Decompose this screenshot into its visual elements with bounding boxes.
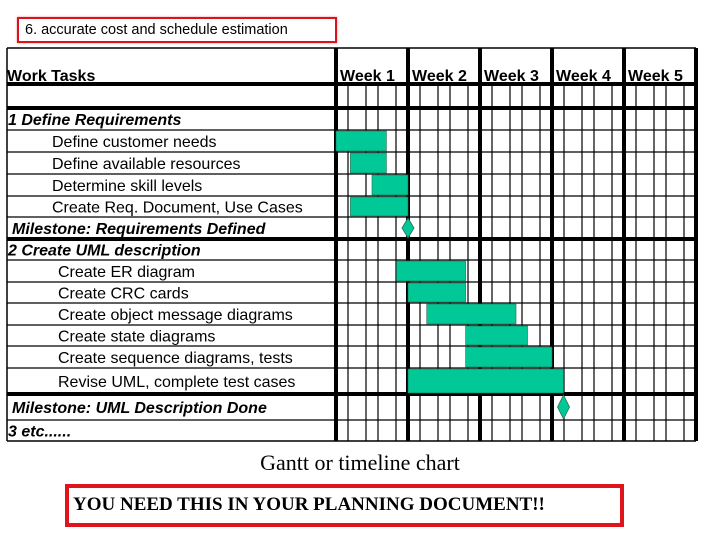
work-tasks-header: Work Tasks — [7, 68, 95, 85]
week-header: Week 4 — [556, 68, 611, 85]
milestone-diamond — [557, 394, 570, 420]
task-bar — [407, 282, 466, 303]
task-bar — [350, 196, 409, 217]
gantt-chart: Week 1 Week 2 Week 3 Week 4 Week 5 1 Define R… — [6, 47, 698, 442]
task-label: Create CRC cards — [58, 286, 189, 303]
week-header: Week 5 — [628, 68, 683, 85]
planning-note: YOU NEED THIS IN YOUR PLANNING DOCUMENT!… — [73, 494, 545, 515]
task-label: Revise UML, complete test cases — [58, 374, 295, 391]
task-label: Define available resources — [52, 156, 241, 173]
chart-caption: Gantt or timeline chart — [260, 450, 460, 475]
task-label: Define customer needs — [52, 134, 217, 151]
task-bar — [350, 152, 387, 174]
note-box: YOU NEED THIS IN YOUR PLANNING DOCUMENT!… — [65, 484, 624, 527]
milestone-label: Milestone: Requirements Defined — [12, 221, 267, 238]
week-header: Week 2 — [412, 68, 467, 85]
task-bar — [426, 303, 517, 325]
task-label: Create state diagrams — [58, 329, 215, 346]
task-label: Create object message diagrams — [58, 307, 293, 324]
section-label: 2 Create UML description — [7, 243, 201, 260]
task-label: Create ER diagram — [58, 264, 195, 281]
task-bar — [465, 346, 553, 368]
task-label: Create sequence diagrams, tests — [58, 350, 293, 367]
task-label: Determine skill levels — [52, 178, 202, 195]
section-label: 1 Define Requirements — [8, 112, 181, 129]
task-label: Create Req. Document, Use Cases — [52, 200, 303, 217]
week-header: Week 1 — [340, 68, 395, 85]
milestone-diamond — [401, 217, 415, 239]
task-bar — [465, 325, 528, 346]
task-bar — [407, 368, 564, 394]
week-header: Week 3 — [484, 68, 539, 85]
section-label: 3 etc...... — [8, 424, 71, 441]
milestone-label: Milestone: UML Description Done — [12, 400, 267, 417]
task-bar — [371, 174, 409, 196]
task-bar — [396, 260, 466, 282]
task-bar — [335, 130, 387, 152]
